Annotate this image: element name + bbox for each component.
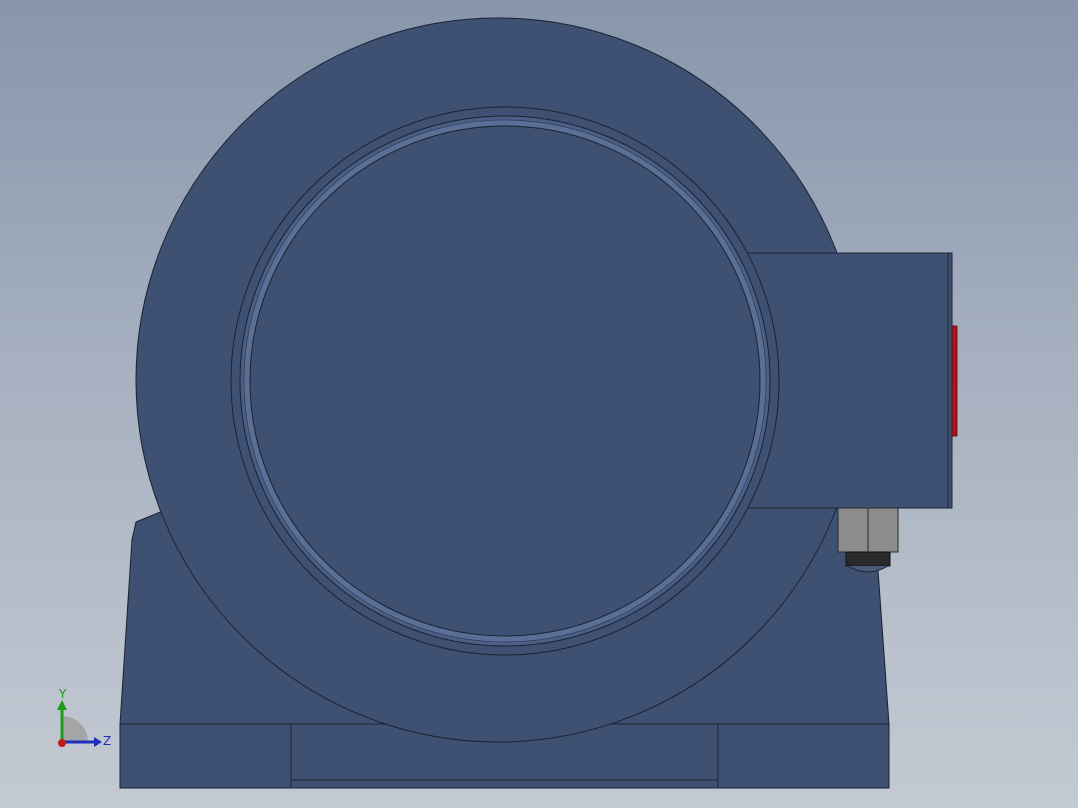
triad-y-label: Y <box>58 687 67 701</box>
triad-z-arrow <box>94 737 102 747</box>
graphics-viewport[interactable]: Y Z <box>0 0 1078 808</box>
triad-x-point <box>58 739 66 747</box>
end-cover-face[interactable] <box>249 125 761 637</box>
nameplate-red[interactable] <box>951 325 958 437</box>
motor-model[interactable] <box>0 0 1078 808</box>
right-foot[interactable] <box>717 723 890 789</box>
left-foot[interactable] <box>119 723 292 789</box>
triad-arc <box>62 716 88 742</box>
cable-gland-nut[interactable] <box>845 551 891 567</box>
orientation-triad[interactable]: Y Z <box>40 684 120 754</box>
triad-z-label: Z <box>103 734 111 748</box>
triad-y-arrow <box>57 700 67 710</box>
